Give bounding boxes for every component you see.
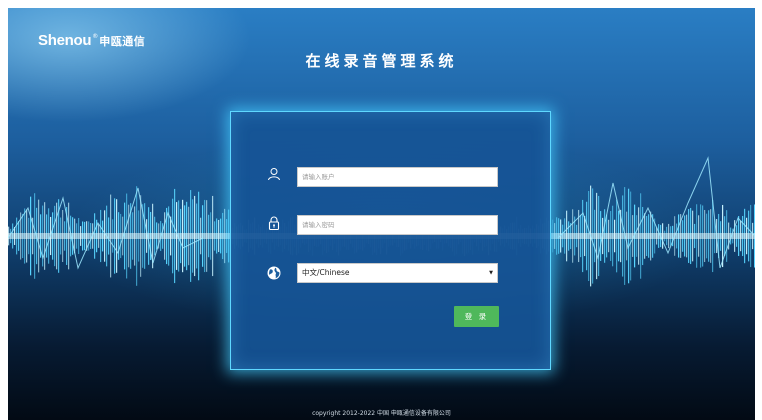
language-select-value: 中文/Chinese: [302, 268, 350, 277]
password-input[interactable]: 请输入密码: [297, 215, 498, 235]
caret-down-icon: ▼: [489, 270, 493, 276]
language-select[interactable]: 中文/Chinese ▼: [297, 263, 498, 283]
account-input[interactable]: 请输入账户: [297, 167, 498, 187]
login-background: Shenou ® 申瓯通信 在线录音管理系统 请输入账户 请输入密码 中文/Ch…: [8, 8, 755, 420]
wave-zigzag: [557, 156, 755, 269]
lock-icon: [268, 216, 280, 230]
login-button[interactable]: 登 录: [454, 306, 499, 327]
copyright-text: copyright 2012-2022 中国 申瓯通信设备有限公司: [312, 410, 451, 417]
login-panel: 请输入账户 请输入密码 中文/Chinese ▼ 登 录: [230, 111, 551, 370]
system-title: 在线录音管理系统: [305, 52, 458, 70]
wave-zigzag: [8, 187, 204, 270]
globe-icon: [267, 266, 281, 280]
logo-text-en: Shenou: [38, 32, 92, 49]
logo-registered-mark: ®: [92, 33, 99, 40]
logo-text-cn: 申瓯通信: [99, 35, 146, 48]
user-icon: [268, 168, 280, 181]
company-logo: Shenou ® 申瓯通信: [38, 32, 145, 49]
